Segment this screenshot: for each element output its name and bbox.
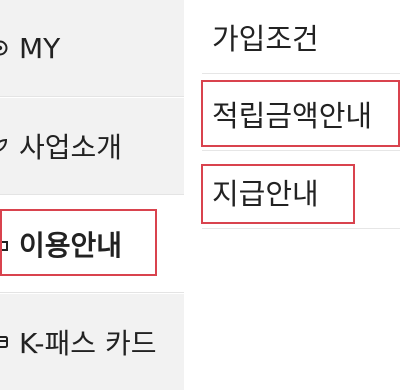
nav-item-my[interactable]: MY (0, 0, 184, 97)
sub-menu-item-join-conditions[interactable]: 가입조건 (202, 0, 400, 74)
nav-item-card[interactable]: K-패스 카드 (0, 294, 184, 390)
sub-menu-item-label: 가입조건 (212, 21, 319, 56)
folder-icon (0, 235, 9, 253)
leaf-icon (0, 137, 9, 155)
settings-icon (0, 39, 9, 57)
nav-item-guide[interactable]: 이용안내 (0, 196, 184, 293)
menu-screen: MY 사업소개 이용안내 K-패스 카드 가입조건 적립금액안내 지급안내 (0, 0, 400, 390)
nav-item-label: 이용안내 (19, 229, 123, 262)
sub-menu-item-savings-amount[interactable]: 적립금액안내 (202, 77, 400, 151)
nav-item-label: K-패스 카드 (19, 327, 157, 360)
sub-menu-item-label: 지급안내 (212, 176, 319, 211)
sub-menu: 가입조건 적립금액안내 지급안내 (184, 0, 400, 390)
nav-item-about[interactable]: 사업소개 (0, 98, 184, 195)
nav-item-label: MY (19, 31, 61, 65)
card-icon (0, 333, 9, 351)
nav-item-label: 사업소개 (19, 131, 123, 164)
left-nav: MY 사업소개 이용안내 K-패스 카드 (0, 0, 184, 390)
sub-menu-item-payment-guide[interactable]: 지급안내 (202, 155, 400, 229)
sub-menu-item-label: 적립금액안내 (212, 98, 373, 133)
